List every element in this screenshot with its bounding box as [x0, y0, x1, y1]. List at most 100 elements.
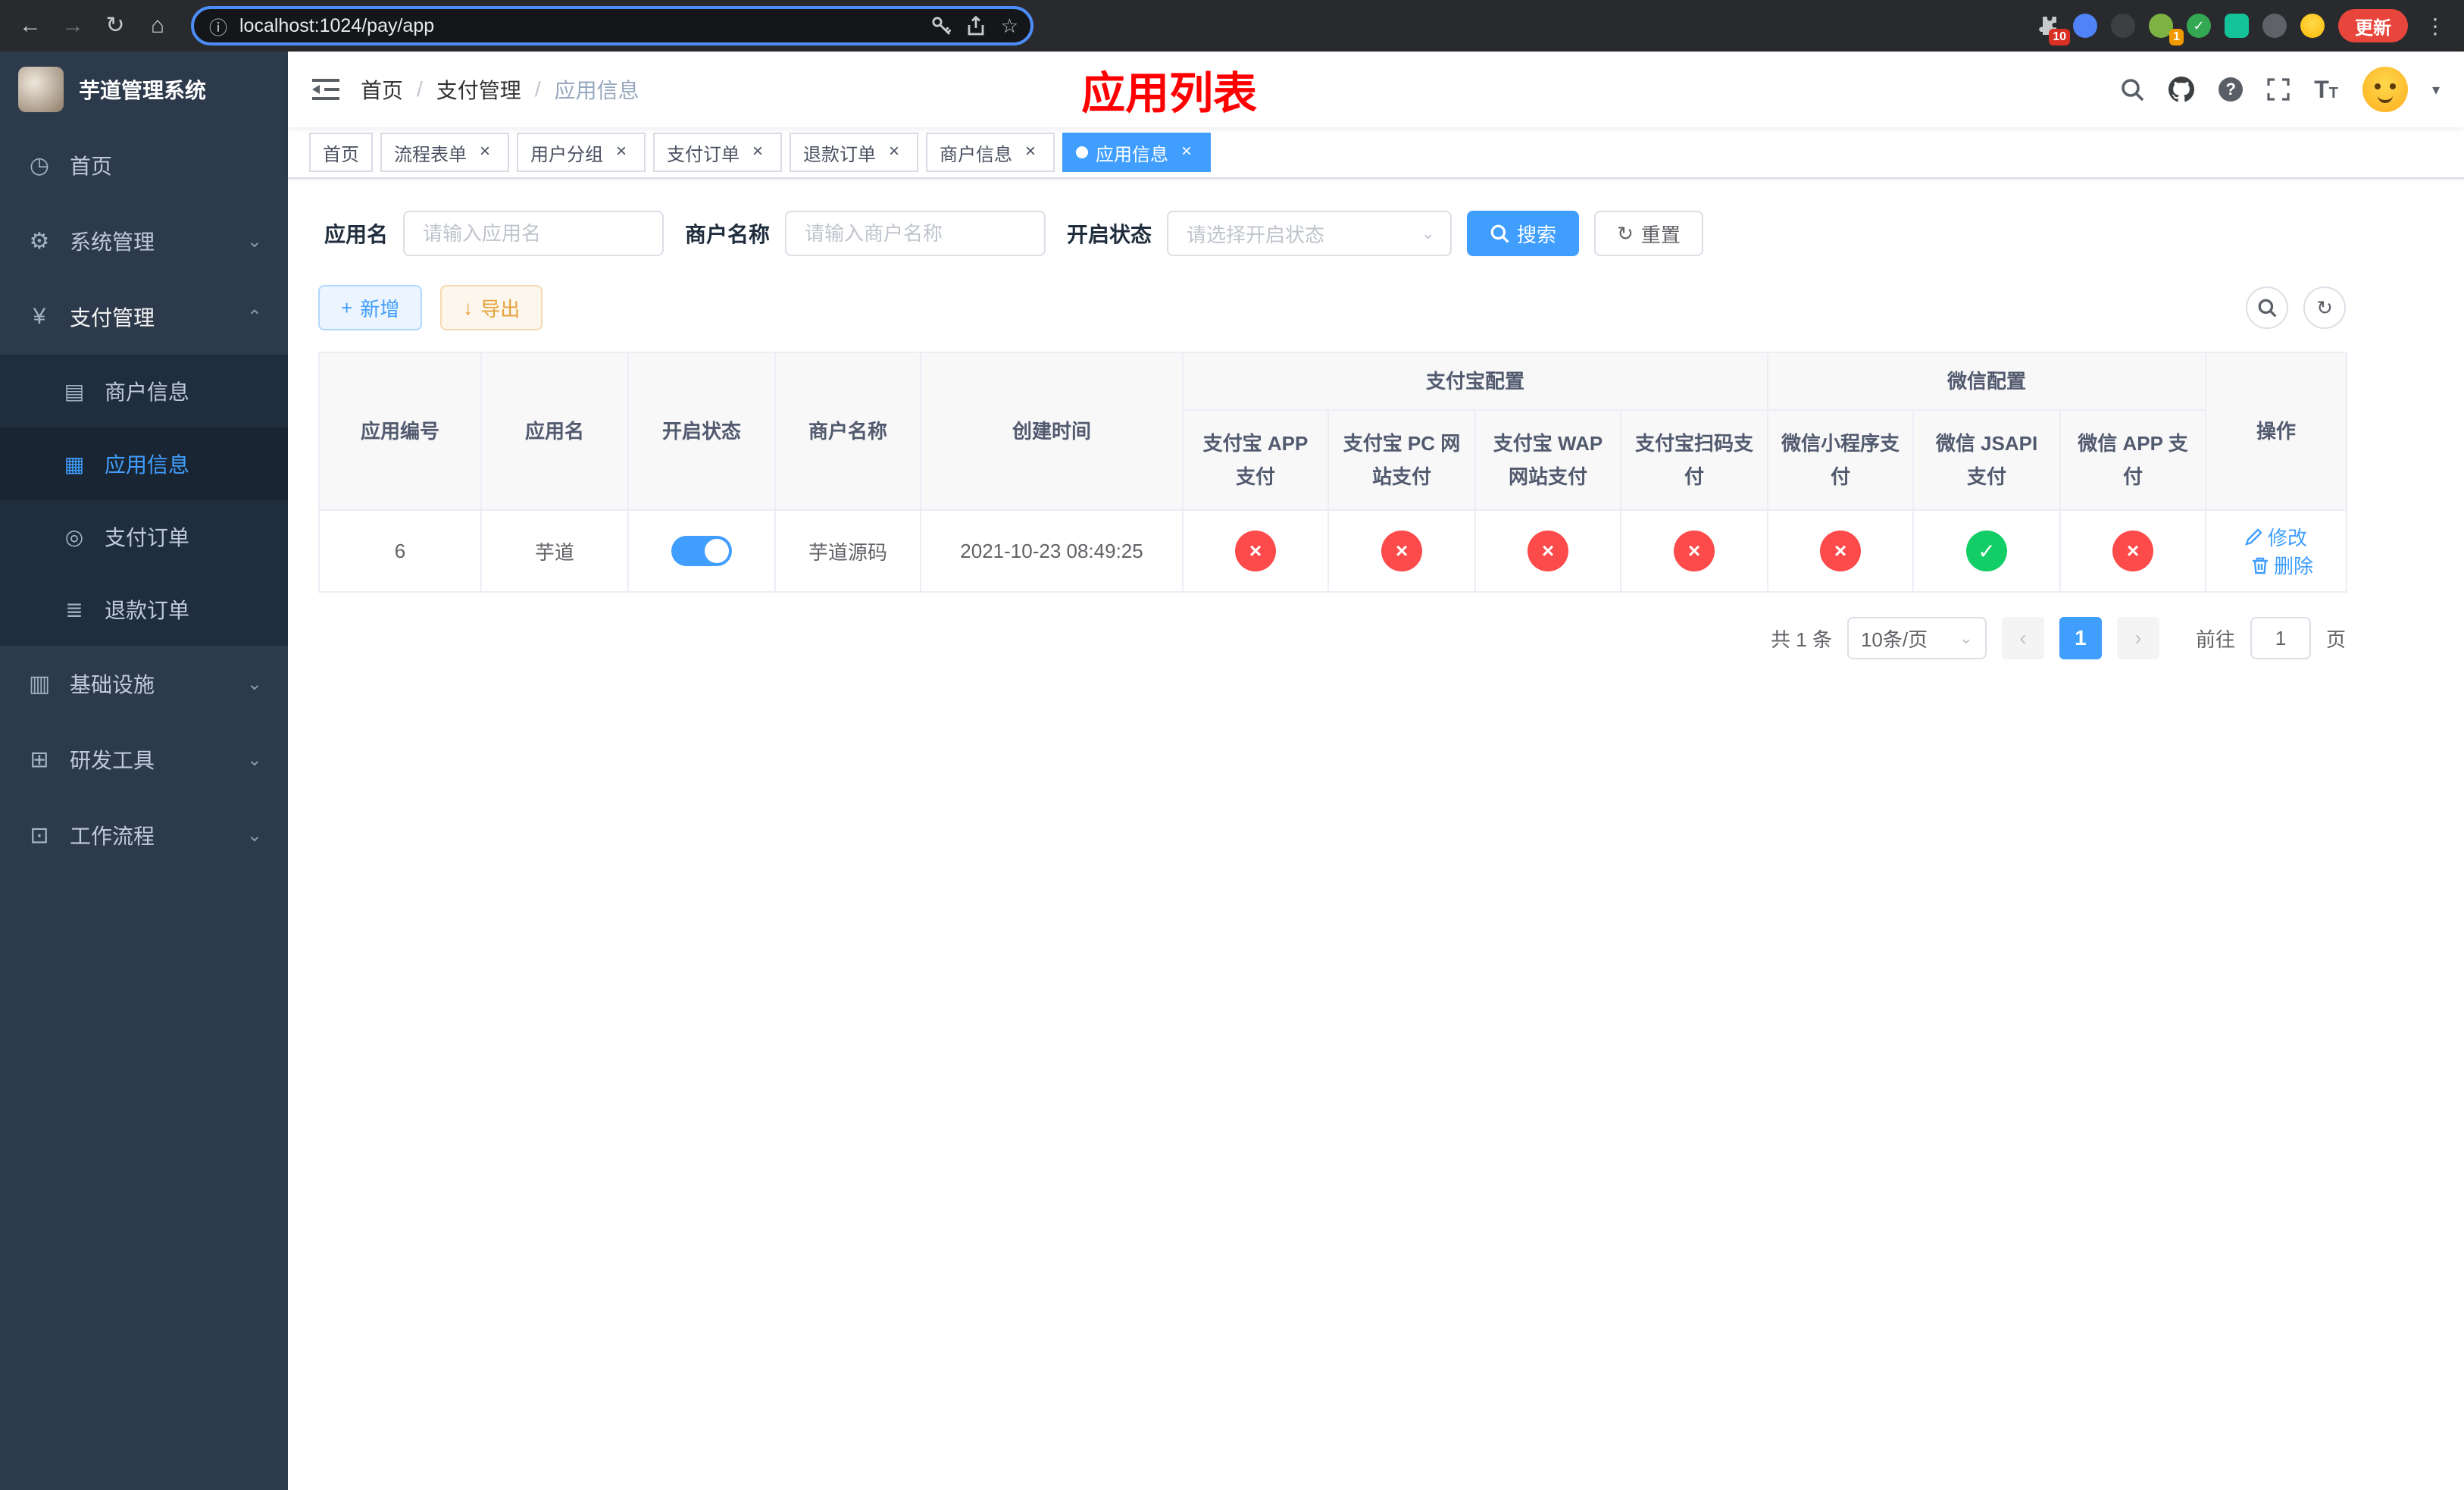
tab-pay-order[interactable]: 支付订单 ×: [653, 133, 782, 172]
tab-home[interactable]: 首页: [309, 133, 373, 172]
home-icon[interactable]: ⌂: [142, 14, 173, 37]
page-annotation: 应用列表: [1081, 69, 1258, 118]
goto-page-input[interactable]: [2250, 617, 2311, 659]
refresh-button[interactable]: ↻: [2303, 286, 2346, 329]
app-logo[interactable]: 芋道管理系统: [0, 52, 288, 127]
close-icon[interactable]: ×: [1176, 142, 1197, 163]
profile-avatar-icon[interactable]: [2300, 14, 2325, 38]
main: 首页 / 支付管理 / 应用信息 应用列表 ? T T ▾ 首页 流程表单 × …: [288, 52, 2464, 1490]
extension-icon[interactable]: [2073, 14, 2097, 38]
status-alipay-pc: ×: [1381, 531, 1422, 571]
fullscreen-icon[interactable]: [2267, 78, 2290, 101]
extension-badge: 1: [2169, 29, 2184, 45]
sidebar-item-home[interactable]: ◷ 首页: [0, 127, 288, 203]
reload-icon[interactable]: ↻: [100, 14, 130, 37]
sidebar-item-dev-tools[interactable]: ⊞ 研发工具 ⌄: [0, 722, 288, 797]
sidebar-item-app-info[interactable]: ▦ 应用信息: [0, 427, 288, 500]
close-icon[interactable]: ×: [474, 142, 496, 163]
sidebar-item-label: 支付订单: [105, 526, 190, 549]
add-button[interactable]: + 新增: [318, 285, 423, 330]
page-1-button[interactable]: 1: [2059, 617, 2102, 659]
enabled-toggle[interactable]: [671, 536, 732, 566]
chevron-down-icon: ⌄: [246, 825, 262, 846]
tab-merchant-info[interactable]: 商户信息 ×: [926, 133, 1055, 172]
share-icon[interactable]: [966, 16, 986, 36]
tab-refund-order[interactable]: 退款订单 ×: [790, 133, 918, 172]
status-alipay-app: ×: [1235, 531, 1276, 571]
breadcrumb: 首页 / 支付管理 / 应用信息: [361, 74, 639, 105]
edit-button[interactable]: 修改: [2245, 523, 2307, 551]
prev-page-button[interactable]: ‹: [2001, 617, 2044, 659]
download-icon: ↓: [463, 296, 474, 319]
app-title: 芋道管理系统: [79, 79, 207, 102]
chevron-down-icon: ⌄: [1421, 224, 1436, 243]
extension-icon[interactable]: [2262, 14, 2287, 38]
chrome-menu-icon[interactable]: ⋮: [2425, 14, 2446, 39]
user-avatar[interactable]: [2362, 67, 2408, 112]
close-icon[interactable]: ×: [747, 142, 768, 163]
chrome-update-button[interactable]: 更新: [2338, 9, 2408, 42]
github-icon[interactable]: [2169, 77, 2195, 102]
help-icon[interactable]: ?: [2219, 77, 2244, 102]
col-header-actions: 操作: [2205, 352, 2348, 511]
yen-icon: ¥: [33, 304, 46, 329]
font-size-icon[interactable]: TT: [2314, 77, 2338, 102]
cell-id: 6: [318, 509, 482, 593]
tab-app-info[interactable]: 应用信息 ×: [1062, 133, 1211, 172]
tab-user-group[interactable]: 用户分组 ×: [517, 133, 646, 172]
bookmark-star-icon[interactable]: ☆: [1001, 14, 1018, 38]
sidebar-item-label: 退款订单: [105, 599, 190, 622]
trash-icon: [2253, 557, 2269, 574]
forward-icon[interactable]: →: [58, 14, 88, 37]
reset-button[interactable]: ↻ 重置: [1594, 211, 1703, 256]
page-size-select[interactable]: 10条/页 ⌄: [1846, 617, 1987, 659]
sidebar-item-merchant-info[interactable]: ▤ 商户信息: [0, 355, 288, 427]
status-alipay-qr: ×: [1674, 531, 1715, 571]
infra-icon: ▥: [28, 671, 51, 696]
extensions-puzzle-icon[interactable]: 10: [2035, 14, 2070, 45]
gear-icon: ⚙: [29, 228, 50, 254]
tab-process-form[interactable]: 流程表单 ×: [380, 133, 509, 172]
search-button[interactable]: 搜索: [1467, 211, 1580, 256]
sidebar-item-refund-order[interactable]: ≣ 退款订单: [0, 573, 288, 646]
urlbar-actions: ☆: [931, 14, 1018, 38]
sidebar-toggle-icon[interactable]: [312, 77, 339, 102]
col-header-alipay-app: 支付宝 APP 支付: [1182, 409, 1329, 511]
sidebar-item-system[interactable]: ⚙ 系统管理 ⌄: [0, 203, 288, 279]
sidebar-item-payment[interactable]: ¥ 支付管理 ⌃: [0, 279, 288, 355]
site-info-icon[interactable]: ⓘ: [209, 13, 227, 39]
page: ← → ↻ ⌂ ⓘ localhost:1024/pay/app ☆ 10 1 …: [0, 0, 2464, 1490]
sidebar-item-pay-order[interactable]: ◎ 支付订单: [0, 500, 288, 573]
col-header-alipay-wap: 支付宝 WAP 网站支付: [1474, 409, 1621, 511]
app-name-input[interactable]: [403, 211, 664, 256]
back-icon[interactable]: ←: [15, 14, 45, 37]
toggle-search-button[interactable]: [2246, 286, 2288, 329]
caret-down-icon[interactable]: ▾: [2432, 80, 2440, 99]
next-page-button[interactable]: ›: [2116, 617, 2159, 659]
breadcrumb-separator: /: [534, 77, 541, 101]
extension-icon[interactable]: 1: [2149, 14, 2184, 45]
sidebar-item-infra[interactable]: ▥ 基础设施 ⌄: [0, 646, 288, 722]
status-select-placeholder: 请选择开启状态: [1187, 223, 1325, 246]
extension-icon[interactable]: [2225, 14, 2249, 38]
export-button[interactable]: ↓ 导出: [440, 285, 543, 330]
breadcrumb-section[interactable]: 支付管理: [436, 74, 521, 105]
extension-icon[interactable]: ✓: [2187, 14, 2211, 38]
status-wechat-app: ×: [2112, 531, 2154, 571]
col-header-wechat-mini: 微信小程序支付: [1767, 409, 1915, 511]
chrome-toolbar-right: 10 1 ✓ 更新 ⋮: [2035, 9, 2449, 45]
status-select[interactable]: 请选择开启状态 ⌄: [1167, 211, 1452, 256]
cell-created: 2021-10-23 08:49:25: [920, 509, 1184, 593]
close-icon[interactable]: ×: [611, 142, 632, 163]
merchant-name-input[interactable]: [785, 211, 1046, 256]
extension-icon[interactable]: [2111, 14, 2135, 38]
pagination-total: 共 1 条: [1771, 628, 1832, 651]
search-icon[interactable]: [2120, 77, 2144, 102]
close-icon[interactable]: ×: [1020, 142, 1041, 163]
url-bar[interactable]: ⓘ localhost:1024/pay/app ☆: [191, 6, 1033, 45]
delete-button[interactable]: 删除: [2251, 551, 2313, 579]
close-icon[interactable]: ×: [883, 142, 905, 163]
password-key-icon[interactable]: [931, 16, 951, 36]
breadcrumb-home[interactable]: 首页: [361, 74, 403, 105]
sidebar-item-workflow[interactable]: ⊡ 工作流程 ⌄: [0, 797, 288, 873]
